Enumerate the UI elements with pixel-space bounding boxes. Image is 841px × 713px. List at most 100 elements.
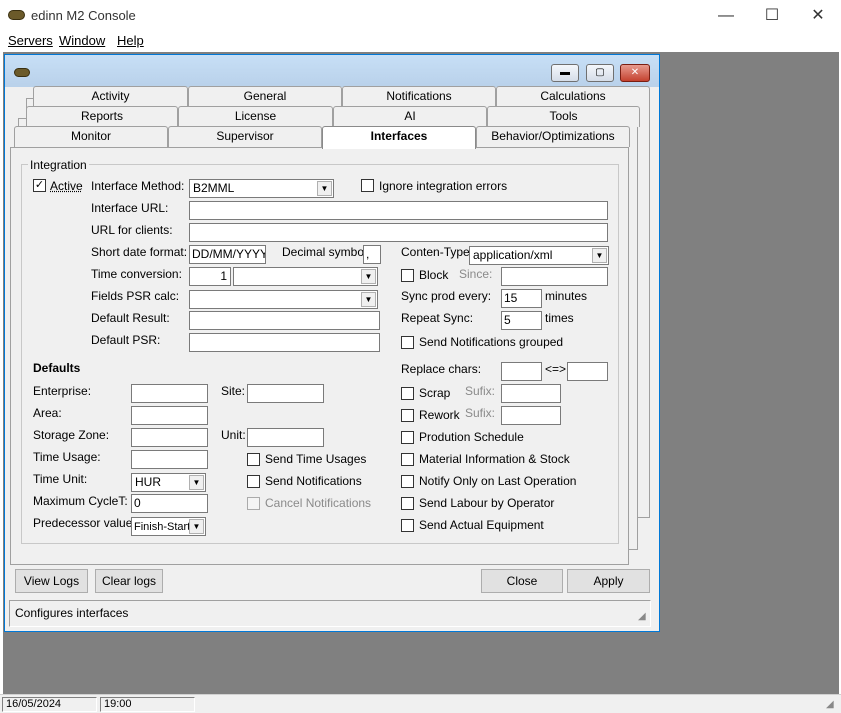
dialog-maximize-button[interactable]: ▢ [586,64,614,82]
send-labour-checkbox[interactable] [401,497,414,510]
send-equipment-label: Send Actual Equipment [419,518,544,532]
tab-reports[interactable]: Reports [26,106,178,127]
tab-behavior-optimizations[interactable]: Behavior/Optimizations [476,126,630,147]
cancel-notifications-checkbox[interactable] [247,497,260,510]
tab-license[interactable]: License [178,106,333,127]
content-type-value: application/xml [473,248,553,262]
clear-logs-button[interactable]: Clear logs [95,569,163,593]
dialog-logo-icon [14,68,30,77]
scrap-sufix-label: Sufix: [465,384,496,398]
scrap-sufix-input[interactable] [501,384,561,403]
send-grouped-label: Send Notifications grouped [419,335,564,349]
rework-sufix-input[interactable] [501,406,561,425]
interface-method-select[interactable]: B2MML ▼ [189,179,334,198]
since-label: Since: [459,267,493,281]
dialog-resize-grip-icon[interactable]: ◢ [638,611,646,622]
chevron-down-icon[interactable]: ▼ [317,181,332,196]
time-usage-input[interactable] [131,450,208,469]
fields-psr-select[interactable]: ▼ [189,290,378,309]
time-conversion-input[interactable]: 1 [189,267,231,286]
send-time-usages-checkbox[interactable] [247,453,260,466]
material-info-checkbox[interactable] [401,453,414,466]
short-date-input[interactable]: DD/MM/YYYY [189,245,266,264]
block-checkbox[interactable] [401,269,414,282]
replace-from-input[interactable] [501,362,542,381]
rework-sufix-label: Sufix: [465,406,496,420]
tab-interfaces[interactable]: Interfaces [322,126,476,149]
statusbar: 16/05/2024 19:00 ◢ [0,694,841,713]
time-conversion-unit-select[interactable]: ▼ [233,267,378,286]
production-schedule-checkbox[interactable] [401,431,414,444]
resize-grip-icon[interactable]: ◢ [826,699,834,710]
interface-url-input[interactable] [189,201,608,220]
active-checkbox[interactable]: ✓ [33,179,46,192]
repeat-sync-unit: times [545,311,574,325]
close-button[interactable]: ✕ [795,0,841,31]
notify-last-checkbox[interactable] [401,475,414,488]
default-result-label: Default Result: [91,311,170,325]
rework-label: Rework [419,408,460,422]
tab-general[interactable]: General [188,86,342,107]
menu-window[interactable]: Window [59,33,105,48]
chevron-down-icon[interactable]: ▼ [189,475,204,490]
url-clients-label: URL for clients: [91,223,173,237]
decimal-symbol-input[interactable]: , [363,245,381,264]
tab-activity[interactable]: Activity [33,86,188,107]
repeat-sync-input[interactable]: 5 [501,311,542,330]
sync-prod-input[interactable]: 15 [501,289,542,308]
unit-label: Unit: [221,428,246,442]
send-notifications-checkbox[interactable] [247,475,260,488]
dialog-statusbar: Configures interfaces ◢ [9,600,651,627]
site-input[interactable] [247,384,324,403]
storage-zone-input[interactable] [131,428,208,447]
apply-button[interactable]: Apply [567,569,650,593]
chevron-down-icon[interactable]: ▼ [189,519,204,534]
dialog-close-button[interactable]: ✕ [620,64,650,82]
replace-to-input[interactable] [567,362,608,381]
time-usage-label: Time Usage: [33,450,101,464]
chevron-down-icon[interactable]: ▼ [361,292,376,307]
rework-checkbox[interactable] [401,409,414,422]
chevron-down-icon[interactable]: ▼ [361,269,376,284]
ignore-errors-checkbox[interactable] [361,179,374,192]
default-result-input[interactable] [189,311,380,330]
area-input[interactable] [131,406,208,425]
active-label[interactable]: Active [50,179,83,193]
tab-ai[interactable]: AI [333,106,487,127]
time-unit-select[interactable]: HUR ▼ [131,473,206,492]
menu-servers[interactable]: Servers [8,33,53,48]
send-labour-label: Send Labour by Operator [419,496,555,510]
since-input[interactable] [501,267,608,286]
production-schedule-label: Prodution Schedule [419,430,524,444]
tab-calculations[interactable]: Calculations [496,86,650,107]
max-cycle-input[interactable]: 0 [131,494,208,513]
predecessor-value: Finish-Start [134,521,191,533]
dialog-minimize-button[interactable]: ▬ [551,64,579,82]
tab-supervisor[interactable]: Supervisor [168,126,322,147]
send-equipment-checkbox[interactable] [401,519,414,532]
unit-input[interactable] [247,428,324,447]
chevron-down-icon[interactable]: ▼ [592,248,607,263]
predecessor-select[interactable]: Finish-Start ▼ [131,517,206,536]
tab-tools[interactable]: Tools [487,106,640,127]
maximize-button[interactable]: ☐ [749,0,795,31]
send-grouped-checkbox[interactable] [401,336,414,349]
minimize-button[interactable]: — [703,0,749,31]
content-type-label: Conten-Type: [401,245,474,259]
sync-prod-label: Sync prod every: [401,289,492,303]
send-notifications-label: Send Notifications [265,474,362,488]
dialog-titlebar: ▬ ▢ ✕ [5,55,659,87]
close-dialog-button[interactable]: Close [481,569,563,593]
default-psr-input[interactable] [189,333,380,352]
view-logs-button[interactable]: View Logs [15,569,88,593]
content-type-select[interactable]: application/xml ▼ [469,246,609,265]
menu-help[interactable]: Help [117,33,144,48]
time-conversion-label: Time conversion: [91,267,182,281]
scrap-checkbox[interactable] [401,387,414,400]
tab-monitor[interactable]: Monitor [14,126,168,147]
enterprise-input[interactable] [131,384,208,403]
url-clients-input[interactable] [189,223,608,242]
app-logo-icon [8,10,25,20]
tab-notifications[interactable]: Notifications [342,86,496,107]
decimal-symbol-label: Decimal symbol: [282,245,371,259]
